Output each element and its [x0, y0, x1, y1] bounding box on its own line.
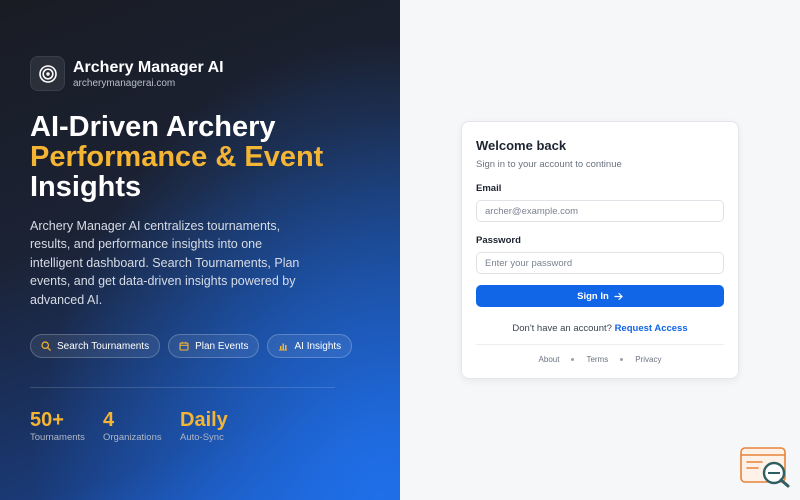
- no-account-text: Don't have an account?: [512, 323, 612, 334]
- brand-domain: archerymanagerai.com: [73, 77, 176, 89]
- brand-name: Archery Manager AI: [73, 58, 224, 76]
- hero-description: Archery Manager AI centralizes tournamen…: [30, 219, 300, 307]
- chip-search-tournaments[interactable]: Search Tournaments: [30, 334, 161, 358]
- password-field[interactable]: [476, 252, 724, 274]
- chip-plan-events[interactable]: Plan Events: [168, 334, 260, 358]
- login-panel: Welcome back Sign in to your account to …: [400, 0, 800, 500]
- calendar-icon: [179, 341, 189, 351]
- footer-link-terms[interactable]: Terms: [586, 355, 608, 364]
- request-access-link[interactable]: Request Access: [615, 323, 688, 334]
- stat-value: Daily: [180, 409, 228, 431]
- email-field[interactable]: [476, 200, 724, 222]
- stat-value: 4: [103, 409, 115, 431]
- login-card: Welcome back Sign in to your account to …: [461, 121, 739, 379]
- target-icon: [30, 56, 65, 91]
- hero-panel: Archery Manager AI archerymanagerai.com …: [0, 0, 400, 500]
- search-icon: [41, 341, 51, 351]
- hero-headline: AI-Driven Archery Performance & Event In…: [30, 112, 390, 202]
- chip-label: AI Insights: [294, 340, 342, 352]
- footer-links: About Terms Privacy: [462, 355, 738, 364]
- sign-in-button[interactable]: Sign In: [476, 285, 724, 307]
- password-label: Password: [476, 235, 521, 246]
- stats: 50+ Tournaments 4 Organizations Daily Au…: [30, 408, 228, 444]
- headline-line-1: AI-Driven Archery: [30, 111, 276, 143]
- help-widget-icon[interactable]: [740, 446, 792, 488]
- separator-dot: [571, 358, 575, 361]
- email-label: Email: [476, 183, 502, 194]
- sign-in-label: Sign In: [577, 290, 609, 302]
- stat-label: Tournaments: [30, 432, 85, 443]
- footer-link-about[interactable]: About: [539, 355, 560, 364]
- stat-auto-sync: Daily Auto-Sync: [180, 408, 228, 444]
- brand: Archery Manager AI archerymanagerai.com: [30, 56, 224, 91]
- login-subtitle: Sign in to your account to continue: [476, 159, 622, 170]
- request-access-row: Don't have an account? Request Access: [462, 323, 738, 334]
- stat-organizations: 4 Organizations: [103, 408, 180, 444]
- divider: [30, 387, 335, 388]
- stat-value: 50+: [30, 409, 64, 431]
- card-divider: [476, 344, 724, 345]
- headline-line-3: Insights: [30, 171, 142, 203]
- login-title: Welcome back: [476, 138, 567, 153]
- headline-line-2: Performance & Event: [30, 141, 324, 173]
- separator-dot: [620, 358, 624, 361]
- stat-label: Organizations: [103, 432, 162, 443]
- stat-label: Auto-Sync: [180, 432, 224, 443]
- feature-chips: Search Tournaments Plan Events AI Insigh…: [30, 334, 353, 358]
- stat-tournaments: 50+ Tournaments: [30, 408, 103, 444]
- bar-chart-icon: [279, 343, 288, 351]
- chip-label: Plan Events: [195, 340, 249, 352]
- chip-ai-insights[interactable]: AI Insights: [267, 334, 353, 358]
- arrow-right-icon: [614, 292, 623, 300]
- footer-link-privacy[interactable]: Privacy: [635, 355, 661, 364]
- chip-label: Search Tournaments: [57, 340, 150, 352]
